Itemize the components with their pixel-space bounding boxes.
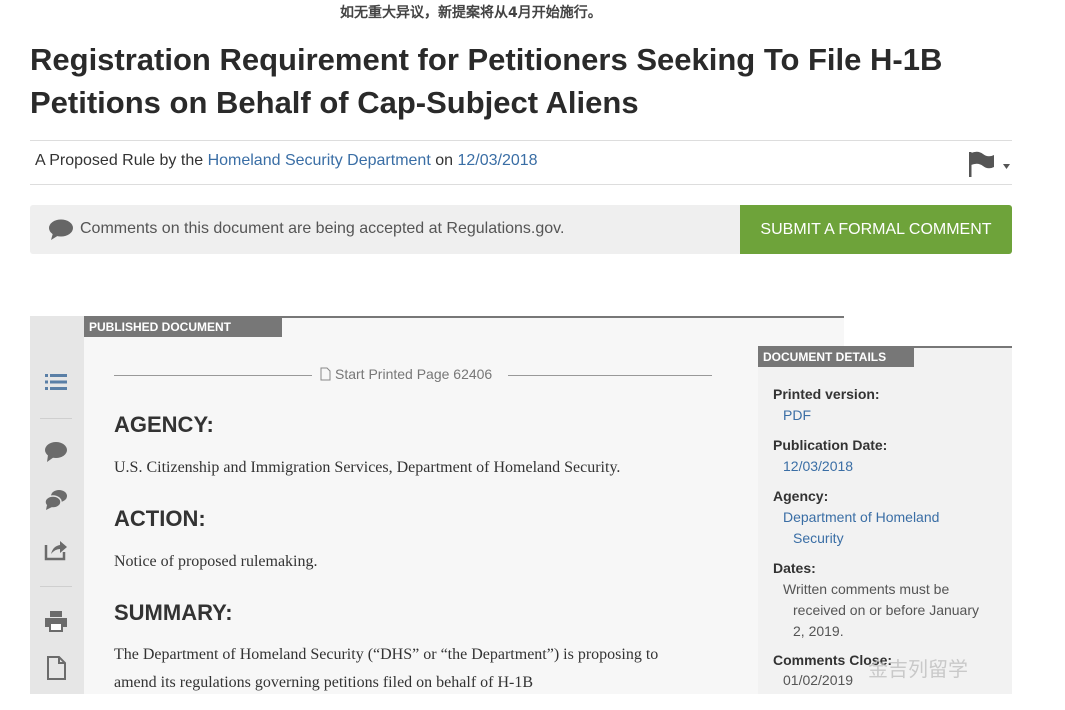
rail-divider bbox=[40, 586, 72, 587]
page-marker-line bbox=[508, 375, 712, 376]
agency-heading: AGENCY: bbox=[114, 412, 214, 437]
published-document-label: PUBLISHED DOCUMENT bbox=[84, 318, 282, 337]
agency-link[interactable]: Homeland Security Department bbox=[208, 152, 431, 169]
summary-heading: SUMMARY: bbox=[114, 600, 233, 625]
document-details-panel: DOCUMENT DETAILS Printed version: PDF Pu… bbox=[758, 346, 1012, 694]
page-icon bbox=[320, 367, 331, 381]
published-document: PUBLISHED DOCUMENT Start Printed Page 62… bbox=[84, 316, 844, 694]
pdf-link[interactable]: PDF bbox=[783, 405, 811, 426]
printed-version-label: Printed version: bbox=[773, 386, 880, 402]
document-title: Registration Requirement for Petitioners… bbox=[30, 42, 943, 120]
page-marker-label-wrap: Start Printed Page 62406 bbox=[320, 366, 492, 382]
comment-icon[interactable] bbox=[44, 440, 68, 464]
comments-close-value: 01/02/2019 bbox=[783, 672, 854, 688]
table-of-contents-icon[interactable] bbox=[44, 370, 68, 394]
dates-line-2: received on or before January bbox=[793, 602, 979, 618]
page-marker-line bbox=[114, 375, 312, 376]
meta-prefix: A Proposed Rule by the bbox=[35, 152, 204, 169]
meta-on: on bbox=[435, 152, 454, 169]
agency-label: Agency: bbox=[773, 488, 829, 504]
publication-date-link[interactable]: 12/03/2018 bbox=[457, 152, 537, 169]
comment-bar-text: Comments on this document are being acce… bbox=[80, 220, 565, 237]
agency-text: U.S. Citizenship and Immigration Service… bbox=[114, 459, 621, 476]
comment-bar: Comments on this document are being acce… bbox=[30, 205, 1012, 254]
document-details-label: DOCUMENT DETAILS bbox=[758, 348, 914, 367]
share-icon[interactable] bbox=[44, 537, 68, 561]
agency-detail-line-2: Security bbox=[793, 530, 844, 546]
chevron-down-icon bbox=[1003, 164, 1010, 169]
watermark-text: 金吉列留学 bbox=[868, 657, 968, 681]
page-marker-text: Start Printed Page 62406 bbox=[335, 366, 493, 382]
summary-text: The Department of Homeland Security (“DH… bbox=[114, 646, 659, 691]
submit-formal-comment-button[interactable]: SUBMIT A FORMAL COMMENT bbox=[740, 205, 1012, 254]
dates-label: Dates: bbox=[773, 560, 816, 576]
flag-icon bbox=[969, 151, 994, 177]
publication-date-label: Publication Date: bbox=[773, 437, 888, 453]
dates-line-3: 2, 2019. bbox=[793, 623, 844, 639]
rail-divider bbox=[40, 418, 72, 419]
agency-detail-line-1: Department of Homeland bbox=[783, 509, 940, 525]
print-icon[interactable] bbox=[44, 609, 68, 633]
action-heading: ACTION: bbox=[114, 506, 206, 531]
agency-detail-link[interactable]: Department of Homeland Security bbox=[783, 507, 939, 549]
flag-menu-button[interactable] bbox=[966, 150, 1012, 178]
dates-value: Written comments must be received on or … bbox=[783, 579, 979, 642]
publication-date-value[interactable]: 12/03/2018 bbox=[783, 456, 853, 477]
comment-bubble-icon bbox=[49, 219, 73, 240]
discussion-icon[interactable] bbox=[44, 488, 68, 512]
divider bbox=[30, 140, 1012, 141]
action-text: Notice of proposed rulemaking. bbox=[114, 553, 318, 570]
document-icon[interactable] bbox=[44, 656, 68, 680]
divider bbox=[30, 184, 1012, 185]
dates-line-1: Written comments must be bbox=[783, 581, 950, 597]
document-meta: A Proposed Rule by the Homeland Security… bbox=[35, 152, 538, 170]
start-printed-page-marker: Start Printed Page 62406 bbox=[114, 366, 712, 386]
top-caption: 如无重大异议，新提案将从4月开始施行。 bbox=[340, 5, 602, 21]
document-tools-rail bbox=[30, 316, 84, 694]
